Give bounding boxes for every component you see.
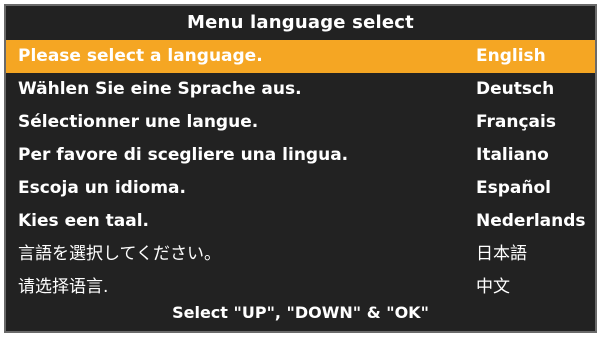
language-option-italiano[interactable]: Per favore di scegliere una lingua. Ital… (6, 139, 595, 172)
language-option-espanol[interactable]: Escoja un idioma. Español (6, 172, 595, 205)
language-option-nederlands[interactable]: Kies een taal. Nederlands (6, 205, 595, 238)
language-name: English (476, 46, 546, 66)
language-prompt: Per favore di scegliere una lingua. (18, 145, 349, 165)
language-prompt: Escoja un idioma. (18, 178, 186, 198)
language-name: Italiano (476, 145, 549, 165)
menu-title: Menu language select (187, 12, 414, 33)
language-list: Please select a language. English Wählen… (6, 40, 595, 304)
language-select-menu: Menu language select Please select a lan… (4, 4, 597, 333)
language-prompt: Wählen Sie eine Sprache aus. (18, 79, 302, 99)
language-option-english[interactable]: Please select a language. English (6, 40, 595, 73)
language-option-francais[interactable]: Sélectionner une langue. Français (6, 106, 595, 139)
language-option-deutsch[interactable]: Wählen Sie eine Sprache aus. Deutsch (6, 73, 595, 106)
language-name: 日本語 (476, 244, 527, 264)
language-prompt: 言語を選択してください。 (18, 244, 221, 264)
navigation-hint: Select "UP", "DOWN" & "OK" (172, 303, 429, 322)
language-name: Nederlands (476, 211, 586, 231)
language-name: Español (476, 178, 551, 198)
language-name: Français (476, 112, 556, 132)
language-option-japanese[interactable]: 言語を選択してください。 日本語 (6, 238, 595, 271)
language-prompt: Sélectionner une langue. (18, 112, 259, 132)
language-name: Deutsch (476, 79, 555, 99)
language-prompt: Please select a language. (18, 46, 263, 66)
language-prompt: Kies een taal. (18, 211, 150, 231)
